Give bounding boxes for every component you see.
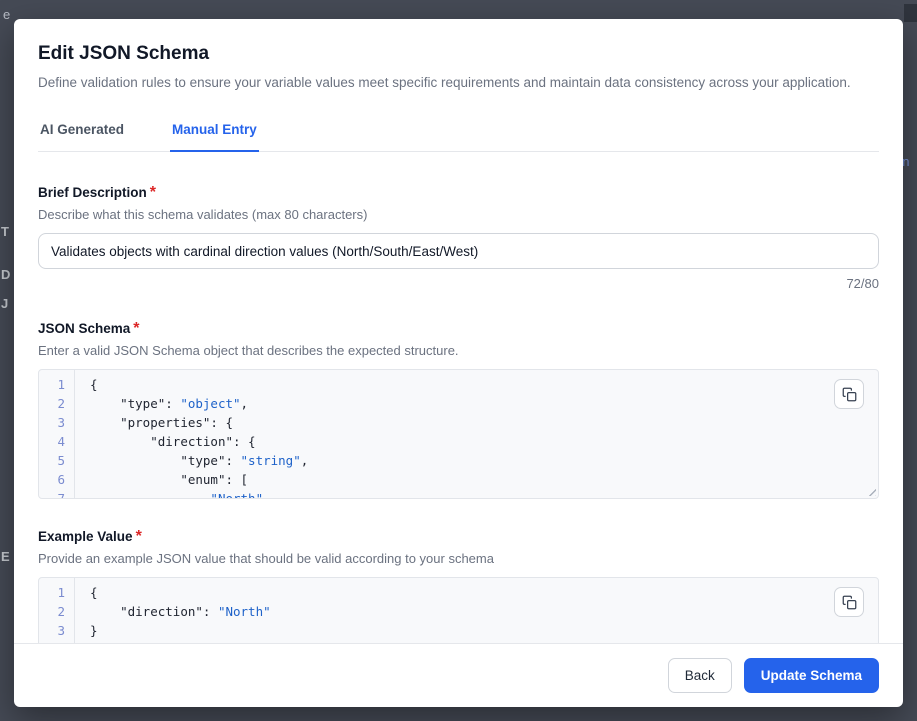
back-button[interactable]: Back bbox=[668, 658, 732, 693]
backdrop-fragment: T bbox=[1, 224, 9, 239]
field-label-text: Brief Description bbox=[38, 185, 147, 200]
tab-manual-entry[interactable]: Manual Entry bbox=[170, 116, 259, 152]
brief-description-helper: Describe what this schema validates (max… bbox=[38, 207, 879, 222]
tab-bar: AI Generated Manual Entry bbox=[38, 116, 879, 152]
modal-subtitle: Define validation rules to ensure your v… bbox=[38, 75, 879, 90]
required-marker: * bbox=[136, 528, 142, 545]
modal-title: Edit JSON Schema bbox=[38, 43, 879, 65]
field-label-text: Example Value bbox=[38, 529, 133, 544]
modal-footer: Back Update Schema bbox=[14, 643, 903, 707]
code-content[interactable]: { "type": "object", "properties": { "dir… bbox=[76, 370, 878, 499]
tab-ai-generated[interactable]: AI Generated bbox=[38, 116, 126, 151]
copy-button[interactable] bbox=[834, 379, 864, 409]
brief-description-input[interactable] bbox=[38, 233, 879, 269]
brief-description-field: Brief Description* Describe what this sc… bbox=[38, 184, 879, 291]
backdrop-fragment: e bbox=[3, 7, 10, 22]
json-schema-field: JSON Schema* Enter a valid JSON Schema o… bbox=[38, 320, 879, 499]
brief-description-label: Brief Description* bbox=[38, 184, 879, 202]
backdrop-fragment: J bbox=[1, 296, 8, 311]
required-marker: * bbox=[150, 184, 156, 201]
example-value-field: Example Value* Provide an example JSON v… bbox=[38, 528, 879, 643]
example-value-label: Example Value* bbox=[38, 528, 879, 546]
backdrop-fragment: D bbox=[1, 267, 10, 282]
json-schema-editor[interactable]: 1234567 { "type": "object", "properties"… bbox=[38, 369, 879, 499]
field-label-text: JSON Schema bbox=[38, 321, 130, 336]
edit-json-schema-modal: Edit JSON Schema Define validation rules… bbox=[14, 19, 903, 707]
modal-content: Edit JSON Schema Define validation rules… bbox=[14, 19, 903, 643]
required-marker: * bbox=[133, 320, 139, 337]
backdrop-fragment bbox=[904, 4, 917, 22]
line-numbers: 123 bbox=[39, 578, 75, 643]
example-value-editor[interactable]: 123 { "direction": "North"} bbox=[38, 577, 879, 643]
example-value-helper: Provide an example JSON value that shoul… bbox=[38, 551, 879, 566]
json-schema-helper: Enter a valid JSON Schema object that de… bbox=[38, 343, 879, 358]
update-schema-button[interactable]: Update Schema bbox=[744, 658, 879, 693]
copy-icon bbox=[842, 387, 857, 402]
json-schema-label: JSON Schema* bbox=[38, 320, 879, 338]
backdrop-fragment: E bbox=[1, 549, 10, 564]
character-counter: 72/80 bbox=[38, 276, 879, 291]
code-content[interactable]: { "direction": "North"} bbox=[76, 578, 878, 640]
copy-icon bbox=[842, 595, 857, 610]
line-numbers: 1234567 bbox=[39, 370, 75, 498]
copy-button[interactable] bbox=[834, 587, 864, 617]
